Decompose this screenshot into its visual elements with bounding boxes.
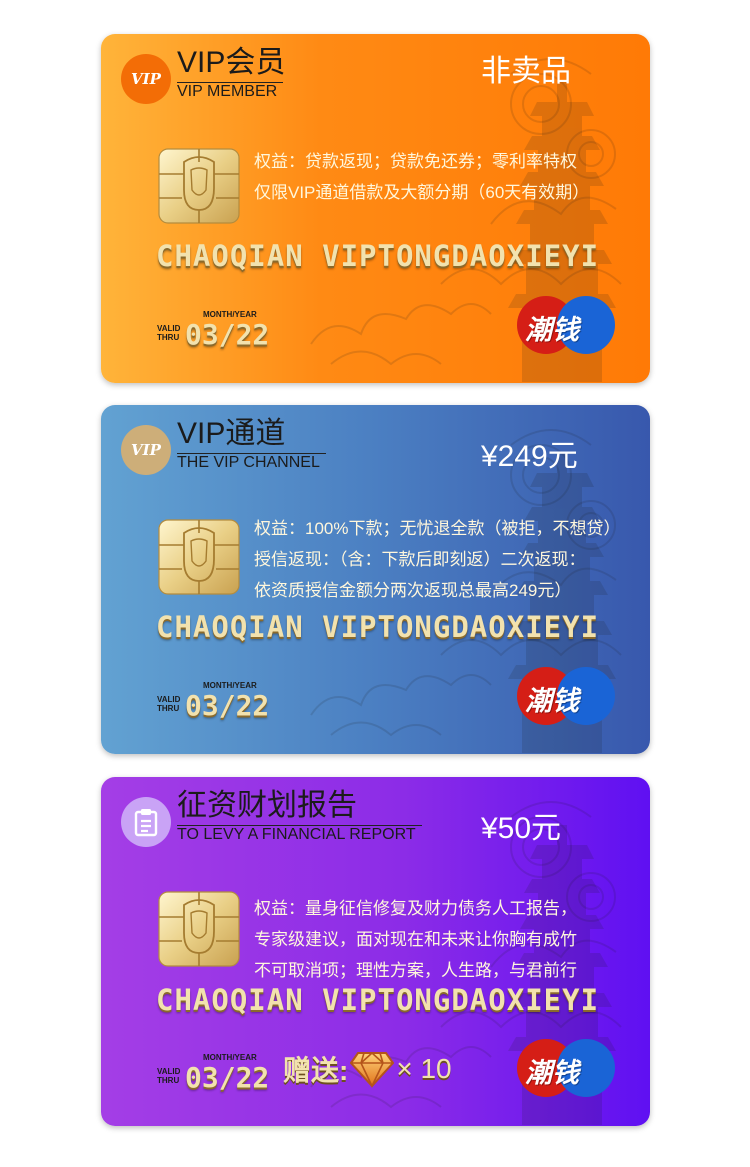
thru-text: THRU [157,704,180,713]
brand-logo: 潮钱 [517,294,617,358]
price-label: ¥249元 [481,440,578,473]
vip-badge-icon: VIP [121,54,171,104]
diamond-icon [350,1051,395,1088]
clipboard-icon [121,797,171,847]
brand-logo: 潮钱 [517,665,617,729]
card-holder-name: CHAOQIAN VIPTONGDAOXIEYI [156,983,600,1017]
valid-text: VALID [157,1067,181,1076]
valid-text: VALID [157,695,181,704]
price-label: 非卖品 [481,55,571,88]
benefit-line: 授信返现：（含：下款后即刻返）二次返现： [254,550,586,569]
benefit-line: 权益：100%下款；无忧退全款（被拒，不想贷） [254,519,621,538]
card-title: VIP会员 [177,46,286,79]
card-title: 征资财划报告 [177,789,357,822]
card-holder-name: CHAOQIAN VIPTONGDAOXIEYI [156,239,600,273]
benefit-line: 依资质授信金额分两次返现总最高249元） [254,581,572,600]
expiry-date: 03/22 [185,1061,270,1094]
brand-name: 潮钱 [525,315,579,345]
benefit-line: 专家级建议，面对现在和未来让你胸有成竹 [254,930,577,949]
gift-info: 赠送: × 10 [283,1049,452,1089]
chip-icon [158,148,240,224]
expiry-date: 03/22 [185,689,270,722]
chip-icon [158,891,240,967]
benefit-line: 权益：量身征信修复及财力债务人工报告， [254,899,577,918]
benefits-text: 权益：贷款返现；贷款免还券；零利率特权 仅限VIP通道借款及大额分期（60天有效… [254,146,589,208]
thru-text: THRU [157,333,180,342]
card-subtitle: THE VIP CHANNEL [177,453,326,472]
card-subtitle: VIP MEMBER [177,82,284,101]
gift-count: × 10 [396,1053,452,1084]
vip-badge-icon: VIP [121,425,171,475]
brand-name: 潮钱 [525,1058,579,1088]
card-holder-name: CHAOQIAN VIPTONGDAOXIEYI [156,610,600,644]
benefit-line: 权益：贷款返现；贷款免还券；零利率特权 [254,152,577,171]
valid-text: VALID [157,324,181,333]
thru-text: THRU [157,1076,180,1085]
benefits-text: 权益：量身征信修复及财力债务人工报告， 专家级建议，面对现在和未来让你胸有成竹 … [254,893,577,986]
financial-report-card[interactable]: 征资财划报告 TO LEVY A FINANCIAL REPORT ¥50元 权… [101,777,650,1126]
card-subtitle: TO LEVY A FINANCIAL REPORT [177,825,422,844]
benefit-line: 仅限VIP通道借款及大额分期（60天有效期） [254,183,590,202]
valid-thru-label: VALID THRU [157,695,180,713]
brand-logo: 潮钱 [517,1037,617,1101]
benefit-line: 不可取消项；理性方案，人生路，与君前行 [254,961,577,980]
gift-label: 赠送: [283,1055,349,1086]
vip-channel-card[interactable]: VIP VIP通道 THE VIP CHANNEL ¥249元 权益：100%下… [101,405,650,754]
vip-member-card[interactable]: VIP VIP会员 VIP MEMBER 非卖品 权益：贷款返现；贷款免还券；零… [101,34,650,383]
valid-thru-label: VALID THRU [157,324,180,342]
expiry-date: 03/22 [185,318,270,351]
card-title: VIP通道 [177,417,286,450]
brand-name: 潮钱 [525,686,579,716]
price-label: ¥50元 [481,812,562,845]
valid-thru-label: VALID THRU [157,1067,180,1085]
benefits-text: 权益：100%下款；无忧退全款（被拒，不想贷） 授信返现：（含：下款后即刻返）二… [254,513,620,606]
chip-icon [158,519,240,595]
